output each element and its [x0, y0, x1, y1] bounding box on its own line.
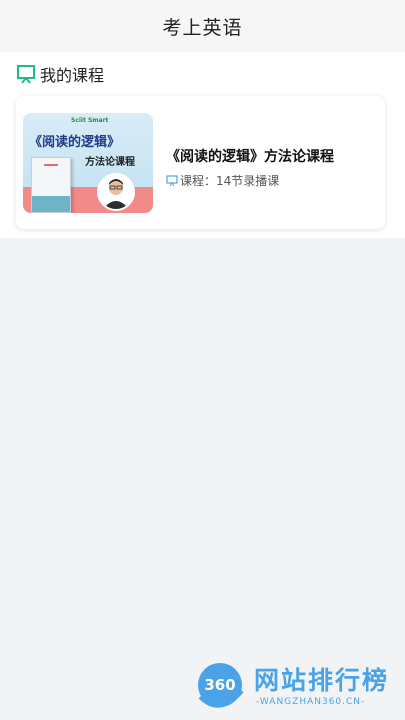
section-header: 我的课程: [16, 62, 104, 86]
watermark-text: 网站排行榜: [254, 666, 390, 695]
site-watermark: 360 网站排行榜 -WANGZHAN360.CN-: [190, 655, 400, 717]
course-title: 《阅读的逻辑》方法论课程: [166, 149, 334, 165]
watermark-subtext: -WANGZHAN360.CN-: [256, 697, 366, 707]
board-icon: [17, 65, 35, 84]
cover-brand-logo: Sciit Smart: [71, 117, 109, 124]
instructor-avatar: [97, 173, 135, 211]
page-title: 考上英语: [162, 16, 243, 39]
my-courses-panel: 我的课程 Sciit Smart 《阅读的逻辑》 方法论课程 《阅读的逻辑》方法…: [0, 52, 405, 238]
course-cover-image: Sciit Smart 《阅读的逻辑》 方法论课程: [23, 113, 153, 213]
app-header: 考上英语: [0, 0, 405, 52]
course-info: 《阅读的逻辑》方法论课程 课程：14节录播课: [166, 146, 334, 189]
cover-subtitle: 方法论课程: [85, 157, 135, 168]
course-meta-label: 课程：14节录播课: [180, 174, 280, 188]
cover-book: [31, 157, 71, 213]
course-meta: 课程：14节录播课: [166, 172, 334, 189]
section-title: 我的课程: [40, 66, 105, 85]
360-logo-icon: 360: [198, 663, 244, 708]
svg-text:360: 360: [204, 676, 235, 694]
course-card[interactable]: Sciit Smart 《阅读的逻辑》 方法论课程 《阅读的逻辑》方法论课程 课…: [16, 96, 385, 229]
cover-title: 《阅读的逻辑》: [29, 135, 121, 150]
board-icon: [166, 174, 178, 186]
